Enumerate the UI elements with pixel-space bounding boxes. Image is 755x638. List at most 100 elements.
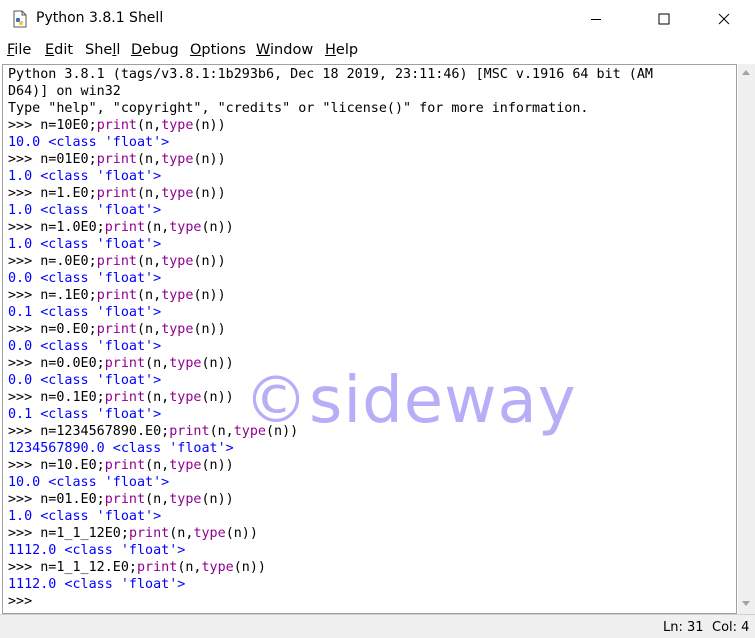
- shell-input-line: >>> n=0.0E0;print(n,type(n)): [8, 355, 234, 372]
- close-icon: [718, 13, 730, 25]
- shell-output-line: 1112.0 <class 'float'>: [8, 543, 186, 558]
- code-text: >>> n=1_1_12E0;: [8, 526, 129, 541]
- code-text: >>> n=10.E0;: [8, 458, 105, 473]
- window-title: Python 3.8.1 Shell: [36, 10, 164, 26]
- builtin-keyword: type: [161, 118, 194, 133]
- code-text: >>> n=.0E0;: [8, 254, 97, 269]
- vertical-scrollbar[interactable]: [738, 64, 755, 614]
- code-text: >>> n=.1E0;: [8, 288, 97, 303]
- builtin-keyword: type: [201, 560, 234, 575]
- shell-output-line: 0.0 <class 'float'>: [8, 373, 162, 388]
- shell-input-line: >>> n=1_1_12.E0;print(n,type(n)): [8, 559, 266, 576]
- code-text: (n)): [201, 458, 234, 473]
- code-text: (n)): [201, 220, 234, 235]
- menu-options[interactable]: Options: [190, 42, 246, 58]
- close-button[interactable]: [701, 0, 747, 38]
- code-text: (n)): [233, 560, 266, 575]
- code-text: (n)): [225, 526, 258, 541]
- code-text: >>> n=1234567890.E0;: [8, 424, 170, 439]
- scroll-down-icon[interactable]: [742, 601, 750, 606]
- menu-debug[interactable]: Debug: [131, 42, 179, 58]
- builtin-keyword: type: [161, 322, 194, 337]
- shell-input-line: >>> n=1_1_12E0;print(n,type(n)): [8, 525, 258, 542]
- maximize-button[interactable]: [641, 0, 687, 38]
- builtin-keyword: type: [161, 288, 194, 303]
- shell-output-line: 1.0 <class 'float'>: [8, 169, 162, 184]
- builtin-keyword: print: [96, 322, 137, 337]
- minimize-icon: [591, 19, 601, 20]
- code-text: (n)): [193, 118, 226, 133]
- shell-output-line: 10.0 <class 'float'>: [8, 135, 170, 150]
- code-text: >>> n=0.1E0;: [8, 390, 105, 405]
- shell-input-line: >>> n=0.1E0;print(n,type(n)): [8, 389, 234, 406]
- minimize-button[interactable]: [573, 0, 619, 38]
- code-text: >>> n=1.0E0;: [8, 220, 105, 235]
- code-text: >>> n=1.E0;: [8, 186, 97, 201]
- shell-output-line: 1.0 <class 'float'>: [8, 203, 162, 218]
- menu-help[interactable]: Help: [325, 42, 358, 58]
- title-bar[interactable]: Python 3.8.1 Shell: [0, 0, 755, 38]
- menu-file[interactable]: File: [7, 42, 31, 58]
- code-text: (n,: [145, 458, 170, 473]
- code-text: (n,: [137, 288, 162, 303]
- builtin-keyword: type: [169, 356, 202, 371]
- menu-edit[interactable]: Edit: [45, 42, 73, 58]
- builtin-keyword: type: [161, 186, 194, 201]
- builtin-keyword: print: [96, 118, 137, 133]
- shell-output-line: 0.1 <class 'float'>: [8, 305, 162, 320]
- builtin-keyword: type: [161, 254, 194, 269]
- code-text: >>> n=0.E0;: [8, 322, 97, 337]
- code-text: (n,: [145, 356, 170, 371]
- shell-text-line: D64)] on win32: [8, 84, 121, 99]
- maximize-icon: [658, 13, 670, 25]
- code-text: (n,: [177, 560, 202, 575]
- builtin-keyword: type: [161, 152, 194, 167]
- shell-input-line: >>> n=10E0;print(n,type(n)): [8, 117, 226, 134]
- builtin-keyword: type: [233, 424, 266, 439]
- shell-input-line: >>> n=1.0E0;print(n,type(n)): [8, 219, 234, 236]
- builtin-keyword: print: [96, 288, 137, 303]
- code-text: (n)): [201, 356, 234, 371]
- code-text: (n)): [266, 424, 299, 439]
- builtin-keyword: type: [169, 492, 202, 507]
- builtin-keyword: print: [137, 560, 178, 575]
- code-text: (n)): [193, 152, 226, 167]
- builtin-keyword: print: [104, 220, 146, 235]
- code-text: (n)): [193, 186, 226, 201]
- shell-input-line: >>> n=.0E0;print(n,type(n)): [8, 253, 226, 270]
- code-text: >>> n=10E0;: [8, 118, 97, 133]
- code-text: (n)): [193, 254, 226, 269]
- builtin-keyword: print: [96, 186, 137, 201]
- code-text: (n,: [137, 186, 162, 201]
- code-text: (n,: [137, 152, 162, 167]
- menu-window[interactable]: Window: [256, 42, 313, 58]
- code-text: >>> n=01.E0;: [8, 492, 105, 507]
- builtin-keyword: print: [104, 492, 146, 507]
- code-text: (n,: [145, 492, 170, 507]
- shell-output-line: 1.0 <class 'float'>: [8, 237, 162, 252]
- code-text: >>> n=0.0E0;: [8, 356, 105, 371]
- shell-text-area[interactable]: Python 3.8.1 (tags/v3.8.1:1b293b6, Dec 1…: [2, 64, 737, 614]
- builtin-keyword: print: [96, 152, 137, 167]
- shell-input-line: >>> n=10.E0;print(n,type(n)): [8, 457, 234, 474]
- shell-output-line: 0.1 <class 'float'>: [8, 407, 162, 422]
- shell-input-line: >>> n=1234567890.E0;print(n,type(n)): [8, 423, 298, 440]
- shell-output-line: 1.0 <class 'float'>: [8, 509, 162, 524]
- shell-input-line: >>> n=0.E0;print(n,type(n)): [8, 321, 226, 338]
- code-text: (n)): [193, 288, 226, 303]
- shell-input-line: >>> n=01.E0;print(n,type(n)): [8, 491, 234, 508]
- shell-output-line: 1234567890.0 <class 'float'>: [8, 441, 234, 456]
- code-text: (n,: [169, 526, 194, 541]
- builtin-keyword: print: [128, 526, 170, 541]
- shell-output-line: 1112.0 <class 'float'>: [8, 577, 186, 592]
- menu-shell[interactable]: Shell: [85, 42, 120, 58]
- code-text: (n)): [201, 492, 234, 507]
- shell-text-line: >>>: [8, 594, 41, 609]
- code-text: >>> n=01E0;: [8, 152, 97, 167]
- builtin-keyword: print: [104, 458, 146, 473]
- shell-input-line: >>> n=1.E0;print(n,type(n)): [8, 185, 226, 202]
- code-text: (n,: [137, 254, 162, 269]
- scroll-up-icon[interactable]: [742, 70, 750, 75]
- shell-text-line: Type "help", "copyright", "credits" or "…: [8, 101, 589, 116]
- python-idle-icon: [11, 10, 29, 28]
